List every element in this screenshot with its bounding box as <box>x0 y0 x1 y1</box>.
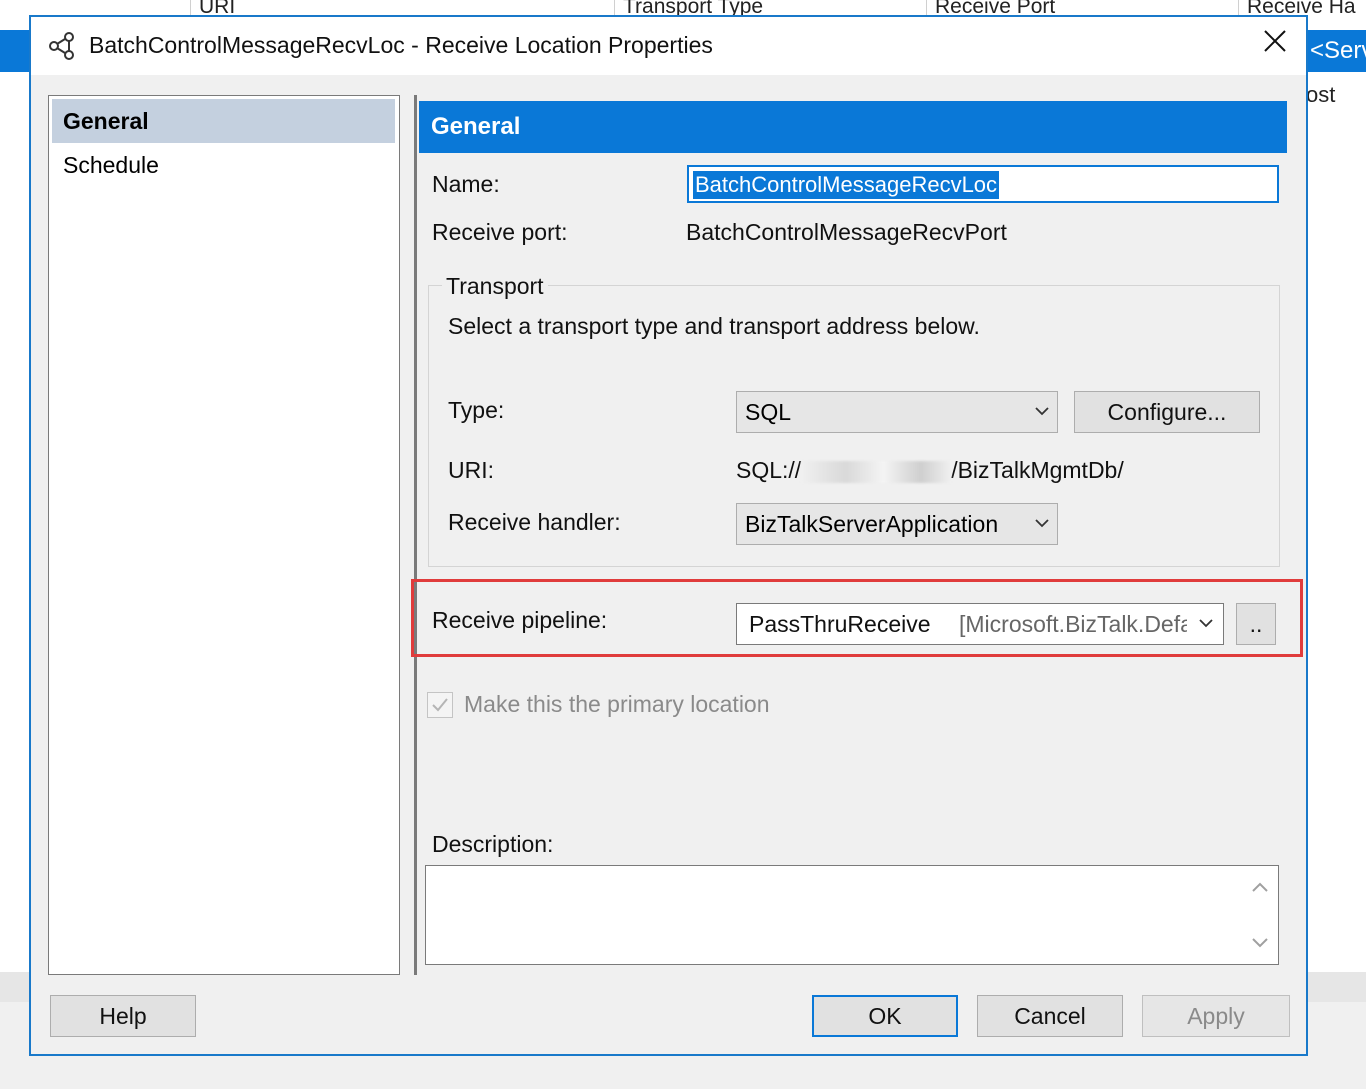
page-header: General <box>419 101 1287 153</box>
receive-pipeline-label: Receive pipeline: <box>432 607 608 633</box>
receive-pipeline-assembly: [Microsoft.BizTalk.Defau <box>959 611 1187 637</box>
uri-suffix: /BizTalkMgmtDb/ <box>951 457 1124 483</box>
name-label: Name: <box>432 171 500 197</box>
background-list-header: URI Transport Type Receive Port Receive … <box>0 0 1366 16</box>
receive-pipeline-select[interactable]: PassThruReceive [Microsoft.BizTalk.Defau <box>736 603 1224 645</box>
chevron-down-icon <box>1035 407 1049 416</box>
close-button[interactable] <box>1260 29 1290 59</box>
receive-pipeline-name: PassThruReceive <box>749 611 931 637</box>
uri-value: SQL:// /BizTalkMgmtDb/ <box>736 457 1124 484</box>
chevron-down-icon <box>1199 619 1213 628</box>
receive-handler-value: BizTalkServerApplication <box>745 511 999 537</box>
column-header-receive-port[interactable]: Receive Port <box>926 0 1233 16</box>
general-page: General Name: BatchControlMessageRecvLoc… <box>411 95 1303 975</box>
type-label: Type: <box>448 397 505 423</box>
background-selected-row[interactable] <box>0 30 32 72</box>
property-pages-list: General Schedule <box>48 95 400 975</box>
receive-handler-select[interactable]: BizTalkServerApplication <box>736 503 1058 545</box>
browse-pipeline-button[interactable]: .. <box>1236 603 1276 645</box>
cancel-button[interactable]: Cancel <box>977 995 1123 1037</box>
title-bar[interactable]: BatchControlMessageRecvLoc - Receive Loc… <box>31 17 1306 75</box>
primary-location-checkbox[interactable] <box>427 692 453 718</box>
receive-location-properties-dialog: BatchControlMessageRecvLoc - Receive Loc… <box>29 15 1308 1056</box>
transport-instructions: Select a transport type and transport ad… <box>448 313 980 339</box>
configure-button[interactable]: Configure... <box>1074 391 1260 433</box>
transport-type-value: SQL <box>745 399 792 425</box>
description-textarea[interactable] <box>425 865 1279 965</box>
chevron-down-icon <box>1035 519 1049 528</box>
close-icon <box>1264 30 1286 52</box>
background-selected-row-handler[interactable]: <Serve <box>1306 30 1366 72</box>
description-label: Description: <box>432 831 554 857</box>
ok-button[interactable]: OK <box>812 995 958 1037</box>
receive-port-label: Receive port: <box>432 219 568 245</box>
nav-item-general[interactable]: General <box>52 99 395 143</box>
transport-group-legend: Transport <box>442 273 548 300</box>
name-input[interactable]: BatchControlMessageRecvLoc <box>687 165 1279 203</box>
scroll-up-icon[interactable] <box>1248 876 1272 900</box>
background-row-text: ost <box>1306 82 1336 107</box>
name-input-value: BatchControlMessageRecvLoc <box>693 171 1000 199</box>
dialog-title: BatchControlMessageRecvLoc - Receive Loc… <box>89 32 713 58</box>
receive-handler-label: Receive handler: <box>448 509 621 535</box>
uri-label: URI: <box>448 457 494 483</box>
content-divider <box>414 95 417 975</box>
scroll-down-icon[interactable] <box>1248 930 1272 954</box>
column-header-transport-type[interactable]: Transport Type <box>614 0 921 16</box>
checkmark-icon <box>432 698 448 712</box>
apply-button[interactable]: Apply <box>1142 995 1290 1037</box>
primary-location-label: Make this the primary location <box>464 691 770 717</box>
nav-item-schedule[interactable]: Schedule <box>52 143 395 187</box>
uri-redacted-host <box>801 460 952 483</box>
help-button[interactable]: Help <box>50 995 196 1037</box>
column-header-uri[interactable]: URI <box>190 0 609 16</box>
transport-type-select[interactable]: SQL <box>736 391 1058 433</box>
column-header-receive-handler[interactable]: Receive Ha <box>1238 0 1366 16</box>
uri-prefix: SQL:// <box>736 457 802 483</box>
receive-port-value: BatchControlMessageRecvPort <box>686 219 1007 245</box>
receive-location-icon <box>47 31 77 61</box>
